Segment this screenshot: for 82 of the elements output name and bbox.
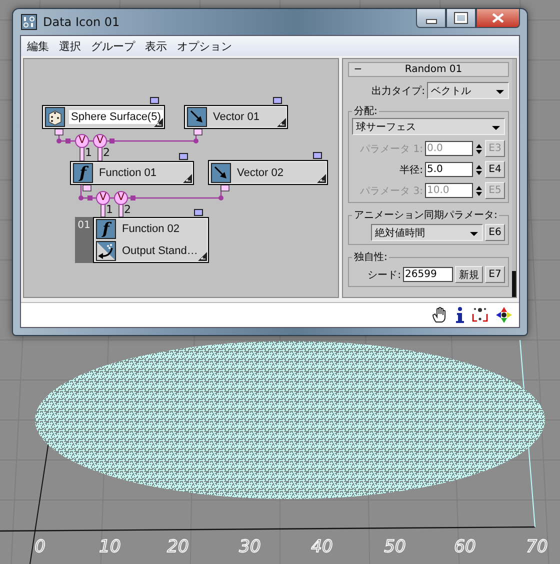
node-label: Sphere Surface(5)	[69, 110, 163, 124]
layout-icon[interactable]	[471, 306, 489, 324]
function-icon: f	[96, 219, 116, 239]
close-icon	[492, 13, 504, 23]
field-label: シード:	[368, 268, 401, 282]
axis-label: 60	[454, 537, 476, 557]
menu-item[interactable]: オプション	[173, 38, 236, 54]
axis-label: 0	[34, 537, 46, 557]
new-button[interactable]: 新規	[455, 266, 483, 283]
input-port	[118, 204, 124, 218]
axis-label: 50	[384, 537, 406, 557]
node-label: Output Stand…	[121, 244, 199, 258]
seed-field[interactable]: 26599	[403, 267, 453, 282]
node-label: Function 01	[98, 166, 158, 180]
maximize-button[interactable]	[446, 9, 476, 28]
close-button[interactable]	[476, 9, 520, 28]
field-label: パラメータ 1:	[360, 142, 423, 156]
operator-node[interactable]: f Function 02 Output Stand…	[93, 217, 209, 263]
axis-label: 40	[311, 537, 333, 557]
port-number: 2	[103, 147, 110, 158]
output-port	[194, 128, 202, 136]
info-icon[interactable]	[455, 306, 465, 324]
group-title: 独自性:	[353, 250, 388, 264]
app-icon	[21, 14, 37, 30]
axis-label: 70	[526, 537, 548, 557]
port-number: 2	[124, 204, 131, 215]
function-icon: f	[73, 163, 93, 183]
menu-item[interactable]: 編集	[23, 38, 53, 54]
corner-arrow-icon	[277, 118, 286, 127]
input-port	[98, 146, 102, 162]
junction-node: V	[75, 134, 89, 148]
operator-node[interactable]: f Function 01	[70, 161, 194, 185]
field-label: 半径:	[400, 164, 423, 176]
operator-node[interactable]: Vector 01	[184, 105, 288, 129]
menu-item[interactable]: グループ	[87, 38, 139, 54]
minimize-button[interactable]	[416, 9, 446, 28]
port-number: 1	[85, 147, 92, 158]
dropdown[interactable]: ベクトル	[427, 82, 509, 99]
group-title: 分配:	[353, 105, 378, 118]
expose-button[interactable]: E4	[485, 161, 505, 178]
menu-item[interactable]: 表示	[141, 38, 171, 54]
group-title: アニメーション同期パラメータ:	[353, 208, 498, 222]
menu-item[interactable]: 選択	[55, 38, 85, 54]
dropdown[interactable]: 球サーフェス	[352, 118, 505, 135]
expose-button[interactable]: E6	[485, 224, 505, 241]
junction-node: V	[93, 134, 107, 148]
corner-arrow-icon	[317, 174, 326, 183]
output-port	[220, 184, 230, 192]
node-label: Function 02	[121, 222, 180, 236]
output-socket	[179, 153, 188, 160]
port-number: 1	[106, 204, 113, 215]
curved-arrow-icon	[96, 241, 116, 261]
axis-label: 30	[239, 537, 261, 557]
output-socket	[313, 152, 322, 159]
output-port	[82, 184, 92, 192]
output-socket	[273, 97, 282, 104]
junction-node: V	[96, 191, 110, 205]
window-title: Data Icon 01	[43, 15, 120, 29]
input-port	[80, 146, 84, 162]
node-group-label: 01	[75, 217, 93, 263]
move-icon[interactable]	[495, 306, 513, 324]
corner-arrow-icon	[183, 174, 192, 183]
node-label: Vector 02	[236, 166, 284, 180]
scrollbar[interactable]	[512, 59, 516, 297]
junction-node: V	[114, 191, 128, 205]
axis-label: 20	[167, 537, 189, 557]
dropdown[interactable]: 絶対値時間	[371, 224, 483, 241]
number-field[interactable]: 5.0	[425, 162, 473, 177]
field-label: 出力タイプ:	[372, 84, 425, 98]
output-socket	[194, 209, 203, 216]
output-socket	[150, 97, 159, 104]
output-port	[54, 128, 64, 136]
operator-node[interactable]: Sphere Surface(5)	[42, 105, 165, 129]
field-label: パラメータ 3:	[360, 184, 423, 198]
dice-icon	[45, 107, 65, 127]
input-port	[100, 204, 106, 218]
node-label: Vector 01	[212, 110, 260, 124]
rollout-header[interactable]: − Random 01	[348, 62, 509, 77]
expose-button[interactable]: E7	[485, 266, 505, 283]
corner-arrow-icon	[198, 252, 207, 261]
operator-node[interactable]: Vector 02	[208, 160, 328, 185]
axis-label: 10	[99, 537, 121, 557]
